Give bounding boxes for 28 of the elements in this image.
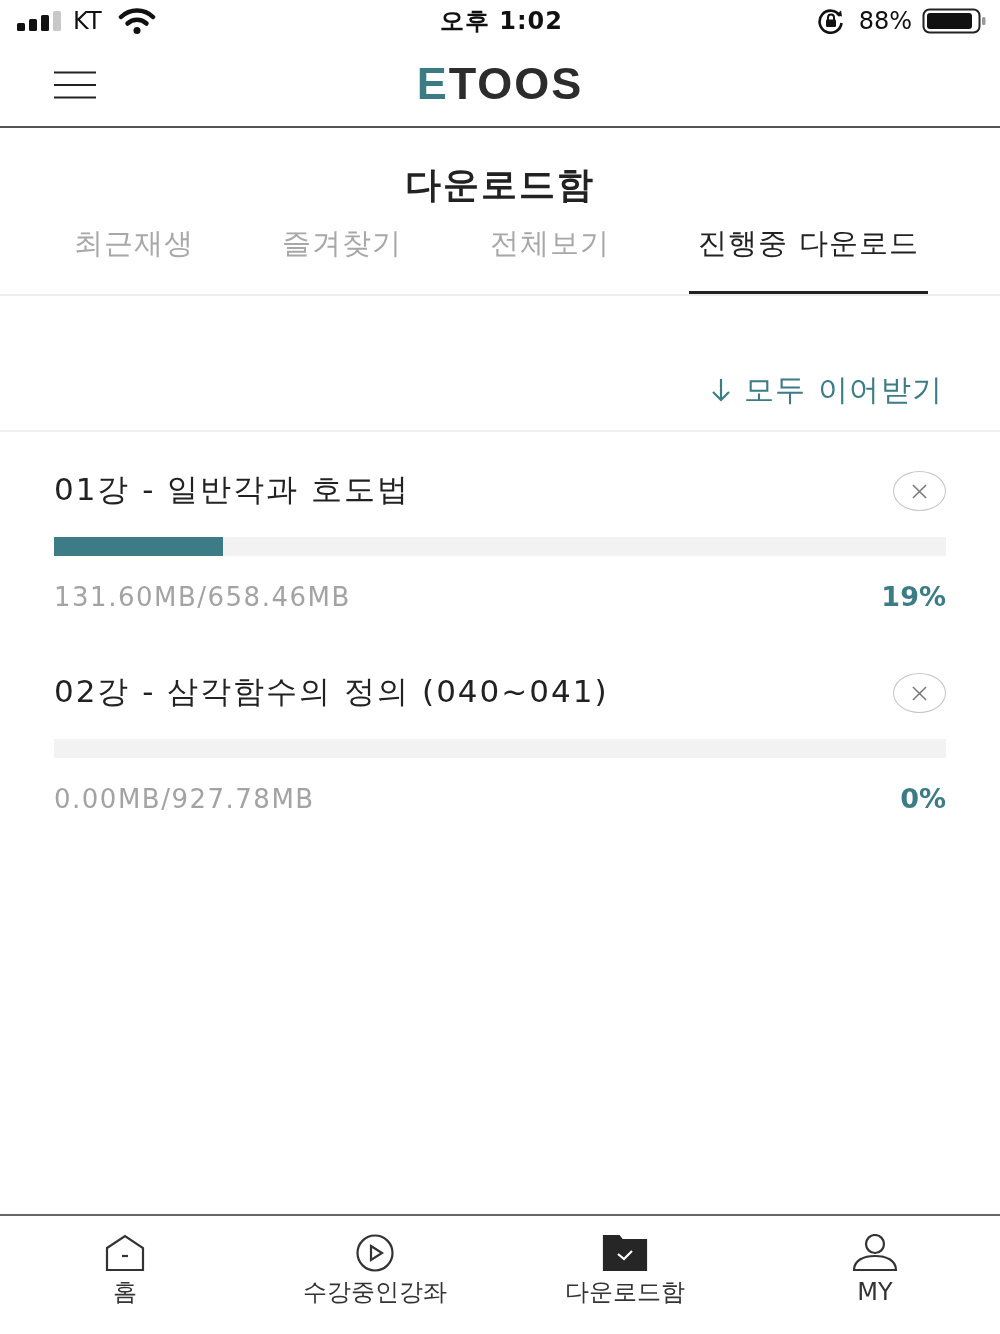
lecture-title: 02강 - 삼각함수의 정의 (040~041) [54, 672, 609, 711]
resume-all-button[interactable]: 모두 이어받기 [709, 370, 944, 410]
battery-percent-text: 88% [858, 6, 912, 36]
folder-icon [602, 1234, 648, 1272]
nav-tab[interactable]: 홈 [105, 1216, 145, 1306]
percent-text: 19% [881, 580, 946, 614]
page-title: 다운로드함 [405, 163, 595, 207]
rotation-lock-icon [816, 8, 845, 34]
close-icon [912, 483, 927, 499]
lecture-title: 01강 - 일반각과 호도법 [54, 470, 411, 509]
file-size-text: 0.00MB/927.78MB [54, 783, 315, 816]
percent-text: 0% [900, 782, 946, 816]
signal-icon [17, 11, 61, 31]
nav-tab[interactable]: 수강중인강좌 [303, 1216, 447, 1306]
logo-text: ETOOS [416, 60, 584, 108]
close-icon [912, 685, 927, 701]
nav-tab[interactable]: MY [851, 1216, 899, 1306]
arrow-down-icon [709, 377, 732, 403]
person-icon [851, 1234, 899, 1272]
menu-icon[interactable] [54, 71, 96, 99]
battery-icon [922, 7, 986, 35]
time-text: 오후 1:02 [439, 6, 564, 36]
nav-tab[interactable]: 다운로드함 [565, 1216, 685, 1306]
tab[interactable]: 진행중 다운로드 [689, 209, 928, 294]
wifi-icon [117, 7, 156, 35]
carrier-text: KT [73, 6, 102, 36]
home-icon [105, 1234, 145, 1272]
file-size-text: 131.60MB/658.46MB [54, 581, 351, 614]
